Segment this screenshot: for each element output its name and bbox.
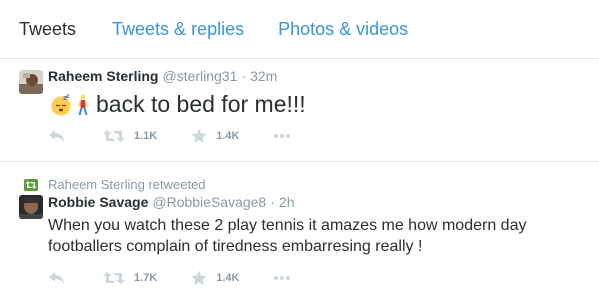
retweet-icon (103, 130, 125, 142)
favorite-count: 1.4K (216, 272, 240, 284)
retweet-button[interactable]: 1.7K (103, 271, 157, 285)
more-dot-icon (273, 134, 278, 138)
separator-dot: · (241, 68, 247, 84)
avatar[interactable] (19, 195, 43, 219)
favorite-button[interactable]: 1.4K (191, 128, 240, 144)
retweet-context: Raheem Sterling retweeted (24, 177, 206, 192)
star-icon (191, 128, 207, 143)
tab-tweets[interactable]: Tweets (19, 19, 76, 40)
tweet-actions: 1.1K 1.4K (48, 127, 290, 145)
tweet-header: Raheem Sterling @sterling31 · 32m (48, 68, 277, 84)
username[interactable]: @sterling31 (162, 68, 237, 84)
tab-photos-and-videos[interactable]: Photos & videos (278, 19, 408, 40)
timestamp[interactable]: 2h (279, 194, 295, 210)
retweet-count: 1.7K (134, 272, 158, 284)
retweet-icon (103, 272, 125, 284)
reply-button[interactable] (48, 129, 66, 143)
retweet-count: 1.1K (134, 130, 158, 142)
reply-button[interactable] (48, 271, 66, 285)
more-button[interactable] (273, 276, 290, 280)
retweeted-icon (24, 178, 38, 191)
avatar-image (19, 70, 43, 94)
favorite-button[interactable]: 1.4K (191, 270, 240, 286)
avatar[interactable] (19, 70, 43, 94)
more-dot-icon (273, 276, 278, 280)
tweet[interactable]: Raheem Sterling retweeted Robbie Savage … (0, 163, 599, 306)
tweet-header: Robbie Savage @RobbieSavage8 · 2h (48, 194, 294, 210)
sleeping-face-emoji-icon: z z (50, 93, 72, 116)
fullname[interactable]: Robbie Savage (48, 194, 148, 210)
tweet-text: z z back to bed for me!!! (50, 91, 306, 118)
fullname[interactable]: Raheem Sterling (48, 68, 158, 84)
favorite-count: 1.4K (216, 130, 240, 142)
tab-tweets-and-replies[interactable]: Tweets & replies (112, 19, 244, 40)
walking-person-emoji-icon (76, 94, 90, 116)
reply-icon (49, 130, 64, 142)
more-button[interactable] (273, 134, 290, 138)
star-icon (191, 270, 207, 285)
tweet[interactable]: Raheem Sterling @sterling31 · 32m z z ba… (0, 59, 599, 162)
more-dot-icon (279, 134, 284, 138)
timestamp[interactable]: 32m (250, 68, 277, 84)
more-dot-icon (279, 276, 284, 280)
tweet-actions: 1.7K 1.4K (48, 269, 290, 287)
profile-tabs: Tweets Tweets & replies Photos & videos (0, 0, 599, 59)
tweet-stream: Raheem Sterling @sterling31 · 32m z z ba… (0, 59, 599, 306)
more-dot-icon (285, 134, 290, 138)
svg-text:z: z (66, 94, 70, 100)
retweeted-by-label[interactable]: Raheem Sterling retweeted (48, 177, 206, 192)
username[interactable]: @RobbieSavage8 (152, 194, 266, 210)
retweet-button[interactable]: 1.1K (103, 129, 157, 143)
separator-dot: · (270, 194, 275, 210)
tweet-text: When you watch these 2 play tennis it am… (48, 217, 527, 255)
tweet-text-content: back to bed for me!!! (96, 91, 306, 117)
more-dot-icon (285, 276, 290, 280)
reply-icon (49, 272, 64, 284)
avatar-image (19, 195, 43, 219)
